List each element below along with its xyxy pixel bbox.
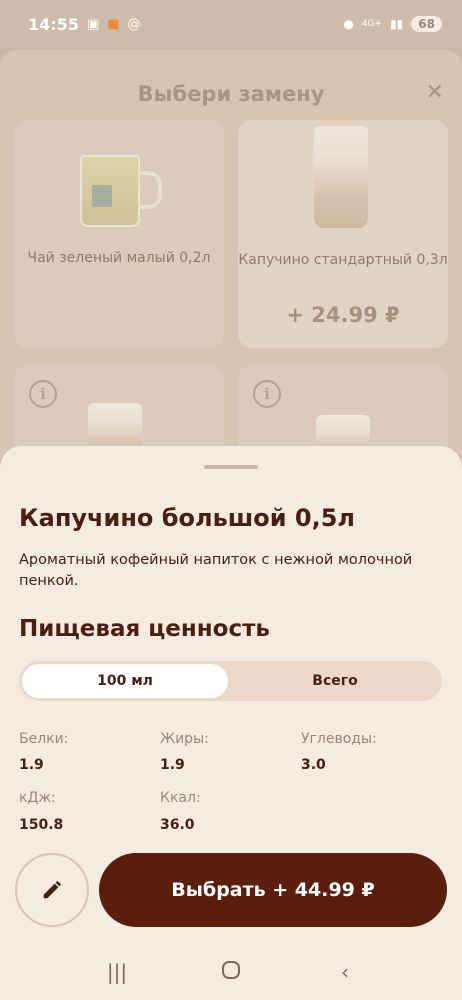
at-sign-icon: @ bbox=[127, 16, 141, 32]
status-right: ● 4G+ ▮▮ 68 bbox=[343, 16, 442, 32]
product-title: Капучино большой 0,5л bbox=[19, 504, 355, 532]
replacement-card-name: Капучино стандартный 0,3л bbox=[238, 252, 448, 268]
tab-total[interactable]: Всего bbox=[231, 664, 439, 698]
close-icon[interactable]: ✕ bbox=[426, 80, 444, 105]
tea-bag-icon bbox=[92, 185, 112, 207]
mug-handle bbox=[140, 171, 162, 209]
system-nav-bar: ||| ‹ bbox=[0, 944, 462, 1000]
kcal-value: 36.0 bbox=[160, 817, 195, 833]
carbs-label: Углеводы: bbox=[301, 731, 377, 747]
status-bar: 14:55 ▣ ■ @ ● 4G+ ▮▮ 68 bbox=[0, 0, 462, 48]
location-icon: ● bbox=[343, 17, 354, 31]
green-tea-image bbox=[80, 155, 162, 227]
pencil-icon bbox=[43, 880, 62, 899]
cappuccino-image bbox=[314, 126, 368, 228]
status-time: 14:55 bbox=[28, 14, 79, 34]
edit-button[interactable] bbox=[15, 853, 89, 927]
nutrition-segmented-control: 100 мл Всего bbox=[19, 661, 442, 701]
kj-label: кДж: bbox=[19, 790, 56, 806]
battery-level: 68 bbox=[411, 16, 442, 32]
info-icon[interactable]: i bbox=[29, 380, 57, 408]
nutrition-title: Пищевая ценность bbox=[19, 616, 270, 642]
signal-icon: ▮▮ bbox=[390, 17, 404, 31]
fat-value: 1.9 bbox=[160, 757, 185, 773]
replacement-card-price: + 24.99 ₽ bbox=[286, 303, 400, 327]
kcal-label: Ккал: bbox=[160, 790, 201, 806]
kj-value: 150.8 bbox=[19, 817, 64, 833]
screenshot-icon: ▣ bbox=[86, 16, 100, 32]
replacement-card-name: Чай зеленый малый 0,2л bbox=[27, 250, 211, 266]
protein-label: Белки: bbox=[19, 731, 69, 747]
info-icon[interactable]: i bbox=[253, 380, 281, 408]
product-description: Ароматный кофейный напиток с нежной моло… bbox=[19, 552, 413, 589]
select-button[interactable]: Выбрать + 44.99 ₽ bbox=[99, 853, 447, 927]
replacement-modal-title: Выбери замену bbox=[137, 82, 325, 106]
sheet-grabber[interactable] bbox=[204, 465, 258, 469]
fat-label: Жиры: bbox=[160, 731, 209, 747]
status-left: 14:55 ▣ ■ @ bbox=[28, 15, 141, 34]
home-icon[interactable] bbox=[211, 959, 251, 986]
back-icon[interactable]: ‹ bbox=[325, 960, 365, 984]
network-type: 4G+ bbox=[361, 19, 383, 29]
shopping-bag-icon: ■ bbox=[107, 16, 120, 32]
recent-apps-icon[interactable]: ||| bbox=[97, 960, 137, 984]
protein-value: 1.9 bbox=[19, 757, 44, 773]
tab-100ml[interactable]: 100 мл bbox=[22, 664, 228, 698]
carbs-value: 3.0 bbox=[301, 757, 326, 773]
